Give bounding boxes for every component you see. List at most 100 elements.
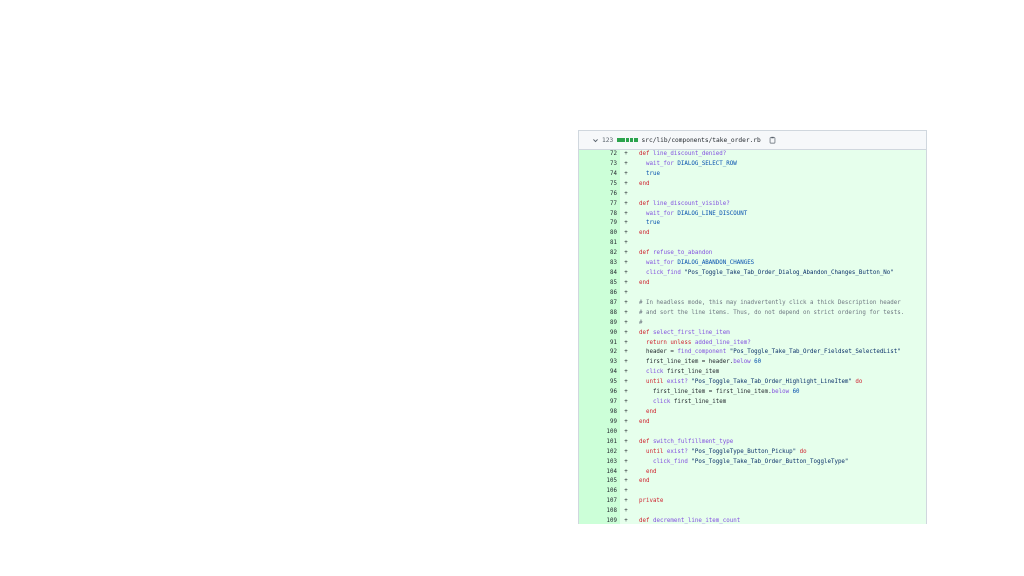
copy-icon[interactable] xyxy=(769,136,777,145)
line-number[interactable]: 79 xyxy=(579,219,620,230)
line-number[interactable]: 95 xyxy=(579,378,620,389)
line-number[interactable]: 89 xyxy=(579,318,620,329)
code-text: wait_for DIALOG_ABANDON_CHANGES xyxy=(632,259,926,269)
code-token: line_discount_denied? xyxy=(652,151,727,157)
diff-line: 105 + end xyxy=(579,477,926,488)
diff-sign: + xyxy=(624,220,628,227)
diff-line: 107 + private xyxy=(579,497,926,508)
code-token: switch_fulfillment_type xyxy=(652,438,734,445)
diff-line: 87 + # In headless mode, this may inadver… xyxy=(579,298,926,309)
line-number[interactable]: 88 xyxy=(579,308,620,319)
code-token: click_find xyxy=(652,458,688,465)
line-number[interactable]: 93 xyxy=(579,358,620,369)
code-text: until exist? "Pos_ToggleType_Button_Pick… xyxy=(632,448,926,458)
diff-sign: + xyxy=(624,270,628,277)
line-number[interactable]: 75 xyxy=(579,179,620,190)
code-text: until exist? "Pos_Toggle_Take_Tab_Order_… xyxy=(632,378,926,388)
diff-line: 88 + # and sort the line items. Thus, do … xyxy=(579,308,926,319)
diff-sign: + xyxy=(624,329,628,336)
line-number[interactable]: 85 xyxy=(579,278,620,289)
line-number[interactable]: 103 xyxy=(579,457,620,468)
diffstat-bar xyxy=(617,137,638,143)
line-number[interactable]: 107 xyxy=(579,497,620,508)
line-number[interactable]: 78 xyxy=(579,209,620,220)
diff-sign: + xyxy=(624,508,628,515)
code-token: # In headless mode, this may inadvertent… xyxy=(638,299,901,306)
code-token: end xyxy=(638,418,650,425)
line-number[interactable]: 104 xyxy=(579,467,620,478)
line-number[interactable]: 76 xyxy=(579,189,620,200)
diff-line: 72 + def line_discount_denied? xyxy=(579,150,926,160)
code-token: first_line_item = header. xyxy=(632,359,734,366)
line-number[interactable]: 72 xyxy=(579,150,620,160)
line-number[interactable]: 87 xyxy=(579,298,620,309)
line-number[interactable]: 105 xyxy=(579,477,620,488)
line-number[interactable]: 92 xyxy=(579,348,620,359)
diff-line: 75 + end xyxy=(579,179,926,190)
chevron-down-icon[interactable] xyxy=(591,136,599,144)
diff-sign: + xyxy=(624,309,628,316)
code-token: "Pos_Toggle_Take_Tab_Order_Button_Toggle… xyxy=(691,458,849,465)
line-number[interactable]: 81 xyxy=(579,239,620,250)
code-token: click xyxy=(645,369,664,376)
code-token: refuse_to_abandon xyxy=(652,250,713,257)
code-text: true xyxy=(632,170,926,180)
diff-sign: + xyxy=(624,478,628,485)
code-token: click xyxy=(652,399,671,406)
code-token: until xyxy=(645,379,664,386)
code-text: click_find "Pos_Toggle_Take_Tab_Order_Bu… xyxy=(632,458,926,468)
line-number[interactable]: 97 xyxy=(579,398,620,408)
line-number[interactable]: 96 xyxy=(579,388,620,399)
line-number[interactable]: 91 xyxy=(579,338,620,349)
code-token: true xyxy=(645,220,660,227)
diff-sign: + xyxy=(624,389,628,396)
code-token: "Pos_Toggle_Take_Tab_Order_Fieldset_Sele… xyxy=(729,349,901,356)
line-number[interactable]: 98 xyxy=(579,407,620,418)
line-number[interactable]: 74 xyxy=(579,169,620,180)
line-number[interactable]: 90 xyxy=(579,328,620,339)
line-number[interactable]: 94 xyxy=(579,368,620,379)
code-text: click first_line_item xyxy=(632,398,926,408)
line-number[interactable]: 73 xyxy=(579,159,620,170)
line-number[interactable]: 102 xyxy=(579,447,620,458)
diff-line: 104 + end xyxy=(579,467,926,478)
line-number[interactable]: 77 xyxy=(579,199,620,210)
diffstat-block xyxy=(629,137,634,143)
diff-sign: + xyxy=(624,250,628,257)
diff-sign: + xyxy=(624,260,628,267)
line-number[interactable]: 86 xyxy=(579,288,620,299)
diff-sign: + xyxy=(624,180,628,187)
line-number[interactable]: 109 xyxy=(579,517,620,524)
code-token: find_component xyxy=(677,349,727,356)
diff-line: 91 + return unless added_line_item? xyxy=(579,338,926,349)
line-number[interactable]: 83 xyxy=(579,259,620,270)
code-token: end xyxy=(645,408,657,415)
line-number[interactable]: 101 xyxy=(579,437,620,448)
line-number[interactable]: 82 xyxy=(579,249,620,260)
file-path-link[interactable]: src/lib/components/take_order.rb xyxy=(642,137,761,144)
code-token: "Pos_Toggle_Take_Tab_Order_Highlight_Lin… xyxy=(691,379,852,386)
line-number[interactable]: 100 xyxy=(579,427,620,438)
line-number[interactable]: 84 xyxy=(579,269,620,279)
code-token: def xyxy=(638,250,650,257)
line-number[interactable]: 108 xyxy=(579,507,620,518)
code-text: def line_discount_visible? xyxy=(632,200,926,210)
code-text: true xyxy=(632,219,926,229)
diff-sign: + xyxy=(624,458,628,465)
code-token: def xyxy=(638,329,650,336)
line-number[interactable]: 99 xyxy=(579,417,620,428)
diff-line: 99 + end xyxy=(579,417,926,428)
line-number[interactable]: 80 xyxy=(579,229,620,240)
code-token: below xyxy=(733,359,751,366)
line-number[interactable]: 106 xyxy=(579,487,620,498)
code-token: DIALOG_ABANDON_CHANGES xyxy=(677,260,755,267)
diff-sign: + xyxy=(624,279,628,286)
